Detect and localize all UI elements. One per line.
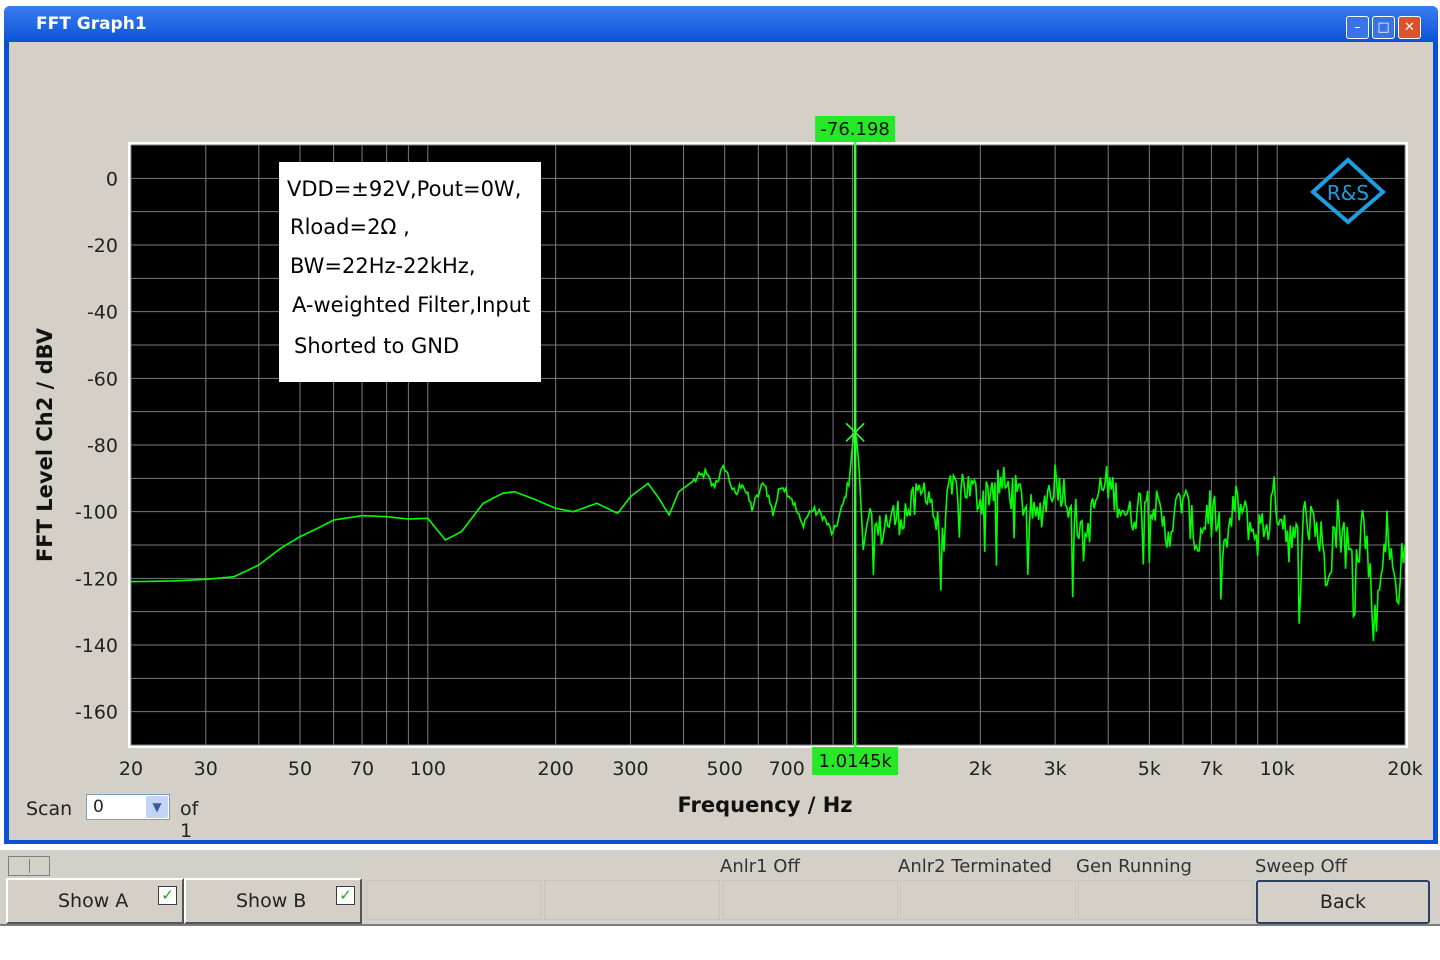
x-tick-label: 300	[612, 758, 648, 780]
x-tick-label: 20	[119, 758, 143, 780]
x-axis-label: Frequency / Hz	[677, 793, 852, 817]
y-tick-label: -160	[75, 702, 118, 724]
y-tick-labels: 0 -20 -40 -60 -80 -100 -120 -140 -160	[75, 168, 118, 723]
x-tick-label: 3k	[1044, 758, 1067, 780]
show-a-button[interactable]: Show A ✓	[6, 878, 184, 924]
x-tick-label: 20k	[1387, 758, 1422, 780]
show-a-label: Show A	[58, 890, 129, 912]
x-tick-label: 100	[410, 758, 446, 780]
y-tick-label: -140	[75, 635, 118, 657]
cursor-x-label: 1.0145k	[818, 751, 892, 772]
chevron-down-icon[interactable]: ▼	[146, 796, 168, 818]
logo-text: R&S	[1327, 181, 1369, 205]
empty-slot	[722, 880, 898, 920]
status-sweep: Sweep Off	[1255, 856, 1348, 877]
annotation-line-2: Rload=2Ω ,	[290, 215, 410, 239]
y-tick-label: -120	[75, 568, 118, 590]
x-tick-label: 500	[707, 758, 743, 780]
scan-select[interactable]: 0 ▼	[86, 794, 170, 820]
x-tick-label: 50	[288, 758, 312, 780]
x-tick-label: 700	[769, 758, 805, 780]
x-tick-label: 30	[194, 758, 218, 780]
y-tick-label: -60	[87, 368, 118, 390]
status-anlr1: Anlr1 Off	[720, 856, 800, 877]
fft-chart: 0 -20 -40 -60 -80 -100 -120 -140 -160 20 30 50 70 10…	[33, 116, 1423, 817]
scan-value: 0	[93, 797, 104, 817]
x-tick-label: 2k	[969, 758, 992, 780]
cursor-y-label: -76.198	[820, 119, 889, 140]
status-gen: Gen Running	[1076, 856, 1192, 877]
x-tick-label: 10k	[1260, 758, 1295, 780]
annotation-line-3: BW=22Hz-22kHz,	[290, 254, 476, 278]
y-tick-label: -20	[87, 235, 118, 257]
back-button[interactable]: Back	[1256, 880, 1430, 924]
empty-slot	[1078, 880, 1254, 920]
x-tick-label: 70	[350, 758, 374, 780]
status-toolbar: Anlr1 Off Anlr2 Terminated Gen Running S…	[0, 848, 1440, 926]
y-tick-label: 0	[106, 168, 118, 190]
x-tick-labels: 20 30 50 70 100 200 300 500 700 2k 3k 5k 7k 10k 20k	[119, 758, 1423, 780]
y-axis-label: FFT Level Ch2 / dBV	[33, 327, 57, 562]
empty-slot	[366, 880, 542, 920]
empty-slot	[544, 880, 720, 920]
x-tick-label: 5k	[1138, 758, 1161, 780]
annotation-line-5: Shorted to GND	[294, 334, 459, 358]
y-tick-label: -100	[75, 502, 118, 524]
x-tick-label: 7k	[1200, 758, 1223, 780]
status-anlr2: Anlr2 Terminated	[898, 856, 1052, 877]
scan-label: Scan	[26, 798, 73, 820]
scan-of-text: of 1	[180, 798, 199, 842]
show-b-checkbox[interactable]: ✓	[336, 886, 355, 905]
empty-slot	[900, 880, 1076, 920]
show-a-checkbox[interactable]: ✓	[158, 886, 177, 905]
panel-toggle[interactable]	[8, 856, 50, 876]
show-b-button[interactable]: Show B ✓	[184, 878, 362, 924]
x-tick-label: 200	[538, 758, 574, 780]
y-tick-label: -40	[87, 302, 118, 324]
show-b-label: Show B	[236, 890, 307, 912]
y-tick-label: -80	[87, 435, 118, 457]
annotation-line-1: VDD=±92V,Pout=0W,	[287, 177, 521, 201]
annotation-line-4: A-weighted Filter,Input	[292, 293, 530, 317]
annotation-box: VDD=±92V,Pout=0W, Rload=2Ω , BW=22Hz-22k…	[279, 162, 541, 382]
